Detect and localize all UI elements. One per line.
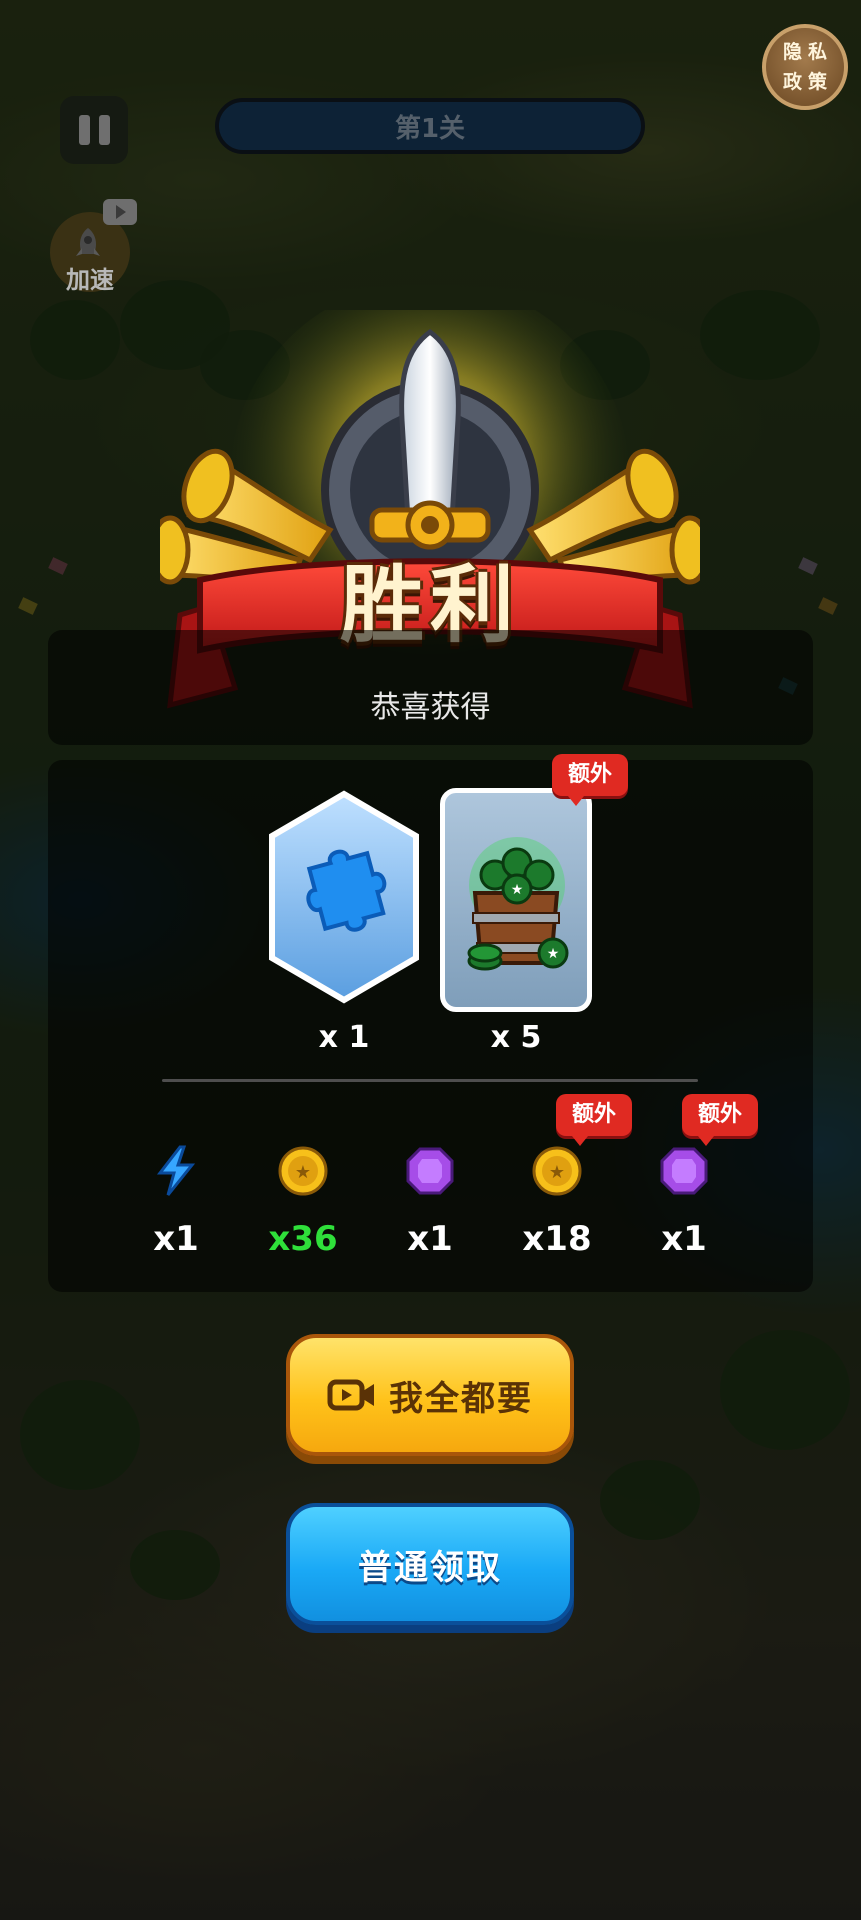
pause-button[interactable] bbox=[60, 96, 128, 164]
claim-all-button[interactable]: 我全都要 bbox=[286, 1334, 574, 1456]
congrats-panel: 恭喜获得 bbox=[48, 630, 813, 745]
level-indicator: 第1关 bbox=[215, 98, 645, 154]
claim-normal-label: 普通领取 bbox=[358, 1547, 502, 1588]
lightning-quantity: x1 bbox=[153, 1219, 199, 1259]
gold-coin-icon: ★ bbox=[532, 1146, 582, 1196]
gold-coin-reward: ★ x36 bbox=[243, 1145, 363, 1259]
gold-coin-icon: ★ bbox=[278, 1146, 328, 1196]
purple-gem-extra-reward: x1 bbox=[624, 1145, 744, 1259]
svg-text:★: ★ bbox=[547, 946, 560, 962]
speed-up-button[interactable]: 加速 bbox=[46, 196, 142, 294]
rewards-divider bbox=[162, 1079, 698, 1082]
svg-text:★: ★ bbox=[511, 882, 524, 898]
gold-coin-extra-quantity: x18 bbox=[522, 1219, 592, 1259]
coin-barrel-icon: ★ ★ bbox=[467, 837, 569, 971]
claim-all-label: 我全都要 bbox=[389, 1378, 533, 1419]
svg-text:★: ★ bbox=[295, 1162, 311, 1183]
video-camera-icon bbox=[103, 199, 137, 225]
claim-normal-button[interactable]: 普通领取 bbox=[286, 1503, 574, 1625]
puzzle-piece-icon bbox=[269, 790, 419, 1004]
extra-tag: 额外 bbox=[556, 1094, 633, 1146]
privacy-policy-button[interactable]: 隐私 政策 bbox=[762, 24, 848, 110]
purple-gem-quantity: x1 bbox=[407, 1219, 453, 1259]
purple-gem-extra-quantity: x1 bbox=[661, 1219, 707, 1259]
extra-tag: 额外 bbox=[682, 1094, 759, 1146]
puzzle-reward-card bbox=[266, 790, 422, 1010]
gold-coin-quantity: x36 bbox=[268, 1219, 338, 1259]
purple-gem-reward: x1 bbox=[370, 1145, 490, 1259]
coin-barrel-reward-card: ★ ★ bbox=[440, 788, 592, 1012]
extra-tag: 额外 bbox=[552, 754, 629, 806]
lightning-icon bbox=[156, 1145, 196, 1196]
video-camera-icon bbox=[327, 1379, 374, 1411]
level-label: 第1关 bbox=[394, 113, 466, 144]
congrats-text: 恭喜获得 bbox=[370, 690, 491, 725]
puzzle-quantity: x 1 bbox=[318, 1020, 370, 1055]
purple-gem-icon bbox=[406, 1147, 454, 1195]
rocket-icon bbox=[76, 228, 100, 256]
svg-text:★: ★ bbox=[549, 1162, 565, 1183]
lightning-reward: x1 bbox=[116, 1145, 236, 1259]
coin-barrel-quantity: x 5 bbox=[490, 1020, 542, 1055]
speed-up-label: 加速 bbox=[66, 266, 114, 294]
gold-coin-extra-reward: ★ x18 bbox=[497, 1145, 617, 1259]
purple-gem-icon bbox=[660, 1147, 708, 1195]
pause-icon bbox=[78, 115, 90, 145]
